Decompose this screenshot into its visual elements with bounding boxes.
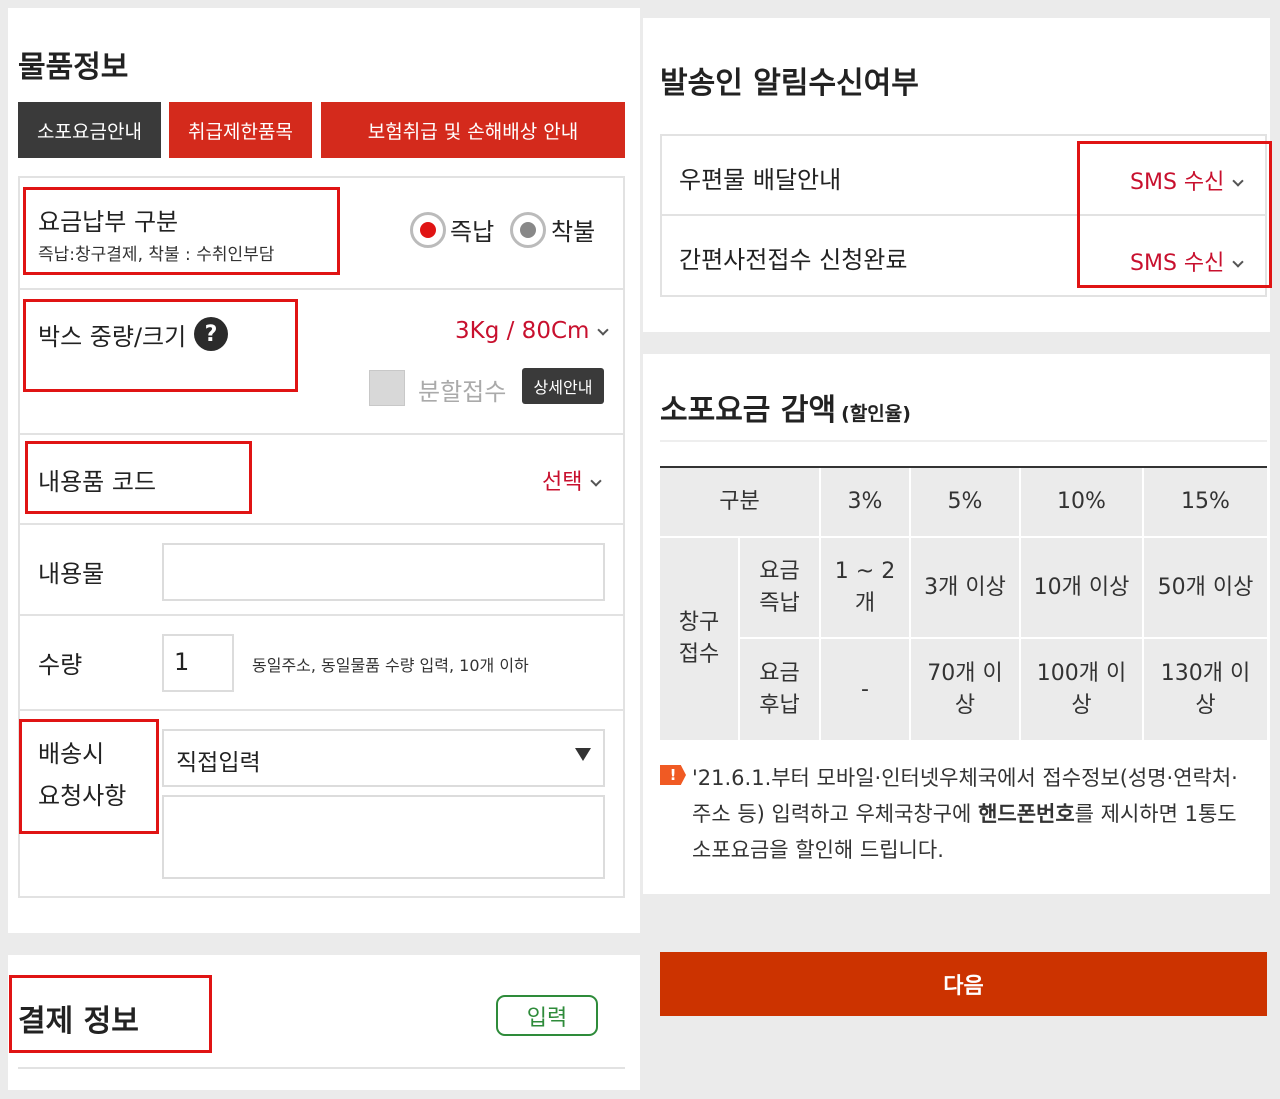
box-weight-select[interactable]: 3Kg / 80Cm [455,318,607,344]
table-cell: - [821,639,909,740]
content-code-value: 선택 [542,470,582,495]
tab-fee-info[interactable]: 소포요금안내 [18,102,161,158]
table-cell: 1 ~ 2 개 [821,538,909,637]
chevron-down-icon [598,324,609,335]
quantity-hint: 동일주소, 동일물품 수량 입력, 10개 이하 [252,652,529,676]
contents-label: 내용물 [38,554,104,589]
table-row-label-prepaid: 요금 즉납 [740,538,819,637]
next-button[interactable]: 다음 [660,952,1267,1016]
discount-sub: (할인율) [841,403,911,425]
contents-input[interactable] [162,543,605,601]
tab-insurance-info[interactable]: 보험취급 및 손해배상 안내 [321,102,625,158]
radio-prepaid-label: 즉납 [450,212,494,247]
table-cell: 3개 이상 [911,538,1019,637]
table-cell: 50개 이상 [1144,538,1267,637]
split-label: 분할접수 [418,372,506,407]
table-row-label-postpaid: 요금 후납 [740,639,819,740]
radio-cod-label: 착불 [551,212,595,247]
delivery-request-textarea[interactable] [162,795,605,879]
table-header-15: 15% [1144,468,1267,536]
payment-input-button[interactable]: 입력 [496,995,598,1036]
quantity-label: 수량 [38,645,82,680]
dropdown-arrow-icon [575,748,591,761]
notify-row-delivery-label: 우편물 배달안내 [679,160,841,195]
quantity-input[interactable]: 1 [162,634,234,692]
table-header-category: 구분 [660,468,819,536]
delivery-request-value: 직접입력 [176,743,261,777]
table-header-5: 5% [911,468,1019,536]
radio-cod[interactable] [510,212,546,248]
box-weight-value: 3Kg / 80Cm [455,318,589,344]
delivery-request-select[interactable]: 직접입력 [162,729,605,787]
table-cell: 10개 이상 [1021,538,1142,637]
content-code-select[interactable]: 선택 [542,464,600,496]
detail-button[interactable]: 상세안내 [522,368,604,404]
table-header-3: 3% [821,468,909,536]
tab-restricted-items[interactable]: 취급제한품목 [169,102,312,158]
table-cell: 70개 이 상 [911,639,1019,740]
notice-text: '21.6.1.부터 모바일·인터넷우체국에서 접수정보(성명·연락처·주소 등… [692,760,1257,868]
notify-row-complete-label: 간편사전접수 신청완료 [679,240,907,275]
table-cell: 130개 이 상 [1144,639,1267,740]
split-checkbox[interactable] [369,370,405,406]
chevron-down-icon [591,475,602,486]
table-group-counter: 창구 접수 [660,538,738,740]
radio-prepaid[interactable] [410,212,446,248]
exclamation-icon: ! [660,765,686,785]
table-header-10: 10% [1021,468,1142,536]
table-cell: 100개 이 상 [1021,639,1142,740]
page-title: 물품정보 [18,42,128,86]
notify-title: 발송인 알림수신여부 [660,58,919,102]
discount-title: 소포요금 감액 (할인율) [660,385,911,429]
